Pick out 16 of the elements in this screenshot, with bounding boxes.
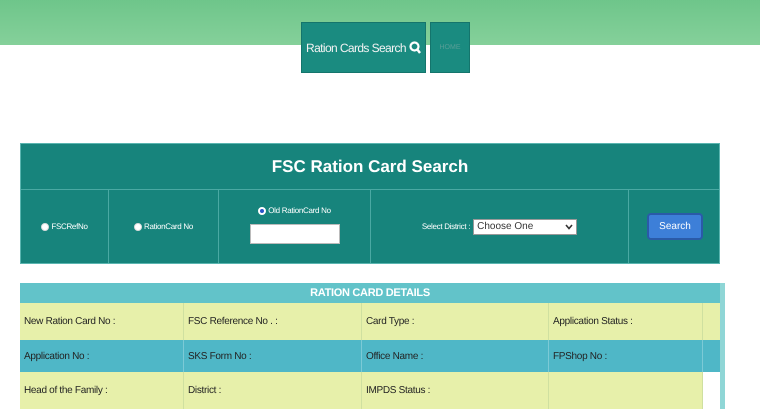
table-cell: Head of the Family : <box>20 372 184 409</box>
nav-button[interactable]: Ration Cards Search <box>301 22 426 73</box>
option-label: Old RationCard No <box>268 206 331 215</box>
table-cell: IMPDS Status : <box>362 372 549 409</box>
panel-title: FSC Ration Card Search <box>21 144 719 190</box>
input-field[interactable] <box>250 224 340 244</box>
section-header: RATION CARD DETAILS <box>20 283 720 303</box>
table-cell: District : <box>184 372 362 409</box>
district-dropdown[interactable]: Choose One <box>473 218 578 234</box>
chevron-icon <box>565 224 574 230</box>
radio-button[interactable] <box>134 222 142 230</box>
option-label: FSCRefNo <box>51 222 88 231</box>
option-label: RationCard No <box>144 222 193 231</box>
district-label: Select District : <box>422 222 470 231</box>
search-button[interactable]: Search <box>647 213 703 240</box>
radio-button[interactable] <box>41 222 50 230</box>
